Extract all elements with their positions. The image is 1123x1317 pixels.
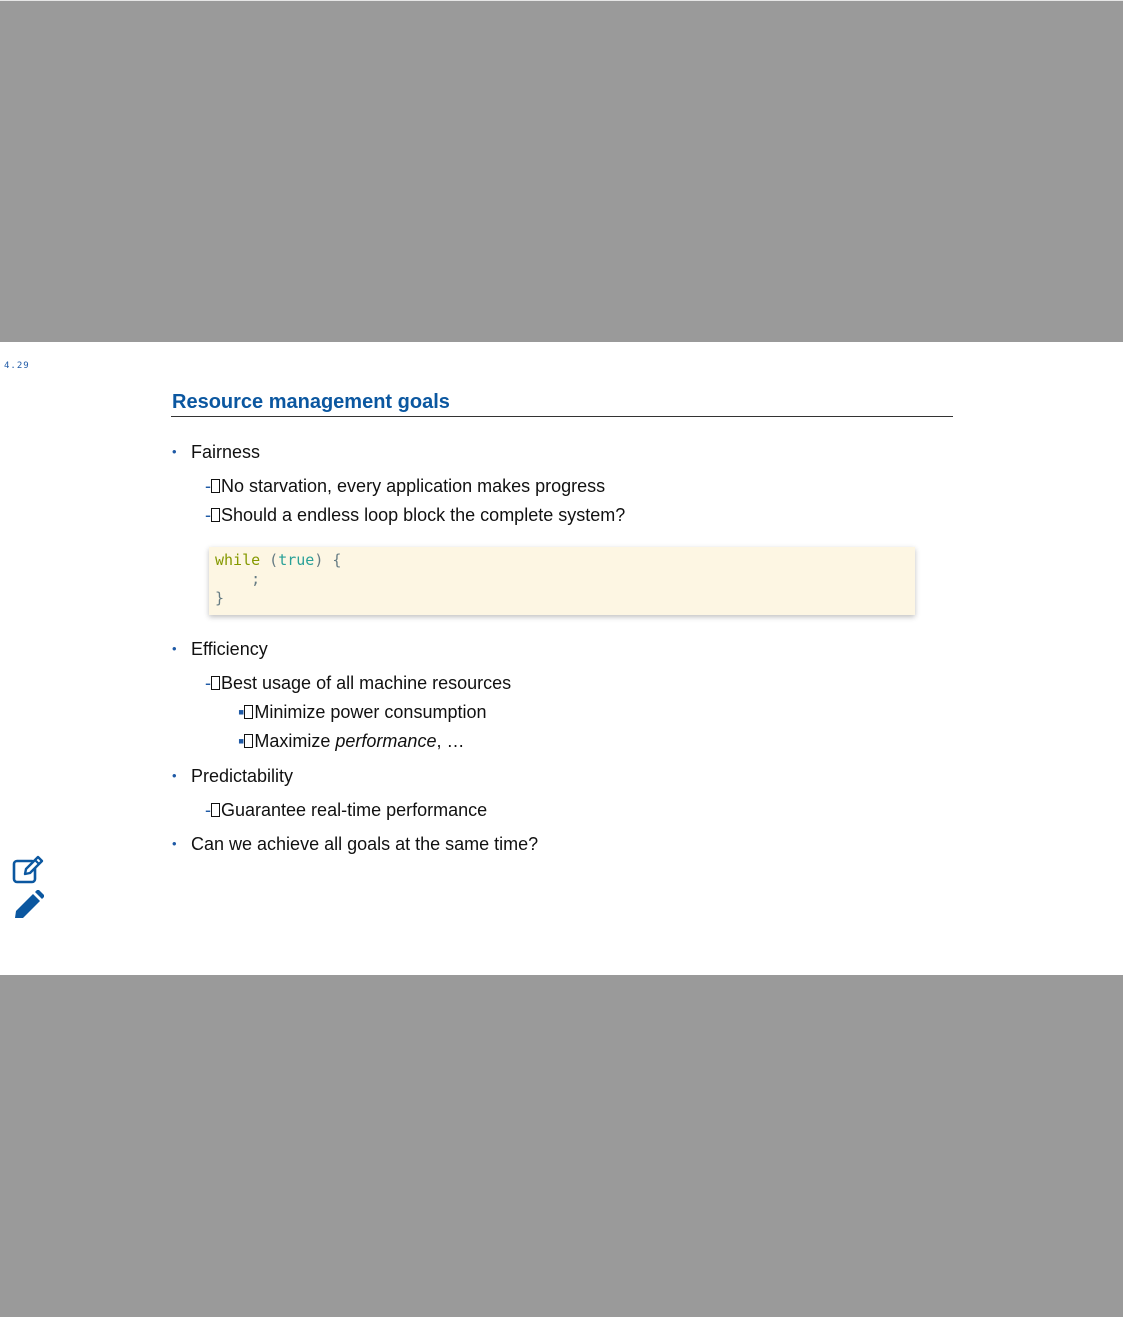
bullet-fairness: • Fairness [172, 442, 260, 463]
slide-number: 4.29 [4, 361, 30, 371]
bullet-marker: • [172, 641, 177, 656]
bullet-marker: • [172, 836, 177, 851]
subsub-bullet-performance: ▪ Maximize performance, … [238, 731, 464, 752]
subsub-bullet-italic: performance [335, 731, 437, 751]
code-literal: true [278, 551, 315, 569]
missing-glyph-box [211, 676, 220, 690]
subsub-bullet-power: ▪ Minimize power consumption [238, 702, 486, 723]
bullet-efficiency: • Efficiency [172, 639, 268, 660]
sub-bullet-real-time: - Guarantee real-time performance [205, 800, 487, 821]
title-divider [171, 416, 953, 417]
edit-note-icon-graphic [12, 855, 44, 884]
bullet-predictability: • Predictability [172, 766, 293, 787]
code-block: while (true) { ; } [209, 547, 915, 615]
pencil-icon[interactable] [12, 890, 44, 920]
sub-bullet-best-usage: - Best usage of all machine resources [205, 673, 511, 694]
presentation-viewport: 4.29 Resource management goals • Fairness… [0, 0, 1123, 1317]
bullet-label: Predictability [191, 766, 294, 786]
code-line-2: ; [215, 570, 261, 588]
bullet-label: Can we achieve all goals at the same tim… [191, 834, 539, 854]
code-line-3: } [215, 589, 225, 607]
missing-glyph-box [244, 705, 254, 719]
slide-title: Resource management goals [172, 391, 450, 413]
code-paren-close: ) { [314, 551, 342, 569]
sub-bullet-text: Best usage of all machine resources [221, 673, 512, 693]
slide: 4.29 Resource management goals • Fairness… [0, 342, 1123, 975]
sub-bullet-endless-loop: - Should a endless loop block the complet… [205, 505, 625, 526]
bullet-label: Efficiency [191, 639, 268, 659]
code-keyword: while [215, 551, 261, 569]
subsub-bullet-suffix: , … [436, 731, 465, 751]
edit-note-icon[interactable] [12, 855, 44, 885]
bullet-marker: • [172, 444, 177, 459]
top-backdrop [0, 0, 1123, 342]
subsub-bullet-prefix: Maximize [254, 731, 336, 751]
bullet-question: • Can we achieve all goals at the same ti… [172, 834, 538, 855]
subsub-bullet-text: Minimize power consumption [254, 702, 487, 722]
missing-glyph-box [244, 734, 254, 748]
missing-glyph-box [211, 508, 220, 522]
missing-glyph-box [211, 803, 220, 817]
bullet-label: Fairness [191, 442, 261, 462]
missing-glyph-box [211, 479, 220, 493]
sub-bullet-text: No starvation, every application makes p… [221, 476, 606, 496]
sub-bullet-text: Should a endless loop block the complete… [221, 505, 626, 525]
code-paren-open: ( [260, 551, 279, 569]
bottom-backdrop [0, 975, 1123, 1317]
pencil-icon-graphic [15, 890, 44, 918]
bullet-marker: • [172, 768, 177, 783]
sub-bullet-text: Guarantee real-time performance [221, 800, 488, 820]
sub-bullet-no-starvation: - No starvation, every application makes … [205, 476, 605, 497]
